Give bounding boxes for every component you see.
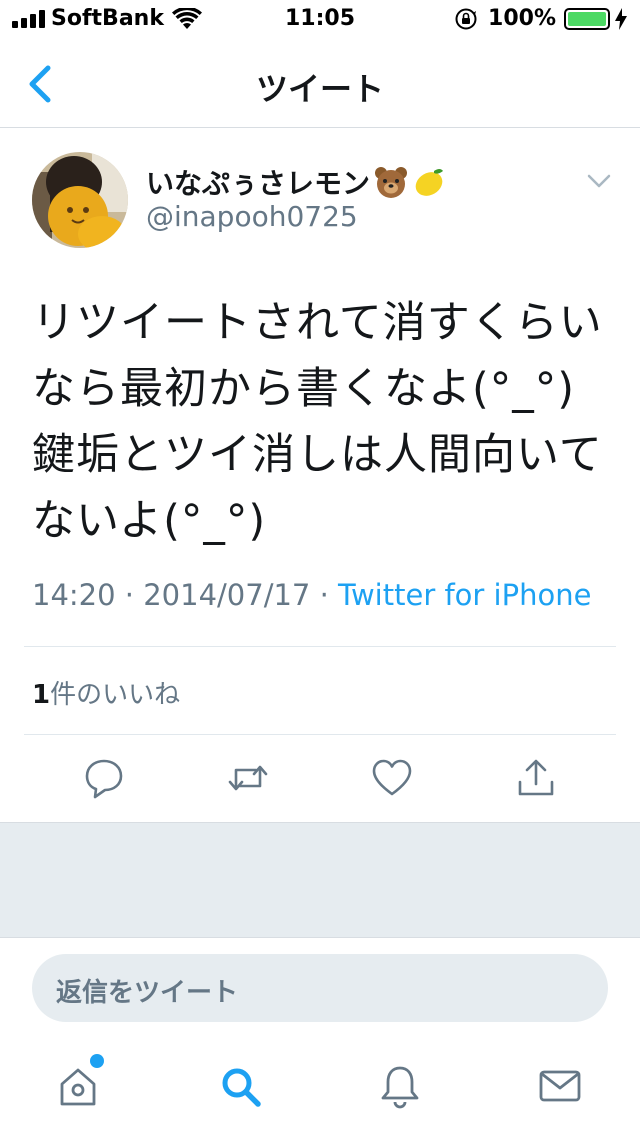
status-right: 100% (454, 6, 628, 31)
battery-level (568, 11, 606, 26)
tweet-meta: 14:20 · 2014/07/17 · Twitter for iPhone (32, 578, 591, 612)
home-new-content-dot (90, 1054, 104, 1068)
reply-icon[interactable] (82, 756, 126, 800)
tweet-text-line: ないよ(°_°) (32, 496, 267, 546)
user-handle[interactable]: @inapooh0725 (146, 200, 358, 233)
notifications-bell-icon[interactable] (376, 1062, 424, 1110)
battery-icon (564, 7, 610, 30)
bear-face-icon (375, 167, 408, 198)
search-icon[interactable] (216, 1062, 264, 1110)
display-name[interactable]: いなぷぅさレモン (146, 162, 370, 202)
tweet-text-line: 鍵垢とツイ消しは人間向いて (32, 430, 603, 480)
lemon-icon (415, 169, 444, 196)
navigation-bar: ツイート (0, 40, 640, 128)
page-title: ツイート (255, 70, 384, 108)
tweet-actions (0, 752, 640, 808)
tweet-time: 14:20 (32, 578, 116, 612)
chevron-down-icon[interactable] (586, 172, 612, 190)
share-icon[interactable] (514, 756, 558, 800)
tweet-date: 2014/07/17 (143, 578, 311, 612)
avatar[interactable] (32, 152, 128, 248)
messages-envelope-icon[interactable] (536, 1062, 584, 1110)
divider (24, 734, 616, 735)
tweet-text-line: リツイートされて消すくらい (32, 298, 603, 348)
status-bar: SoftBank 11:05 100% (0, 0, 640, 40)
tweet-text-line: なら最初から書くなよ(°_°) (32, 364, 576, 414)
home-icon[interactable] (54, 1062, 102, 1110)
charging-bolt-icon (615, 7, 627, 30)
likes-summary[interactable]: 1件のいいね (32, 674, 180, 711)
reply-placeholder: 返信をツイート (56, 978, 239, 1008)
meta-separator: · (319, 578, 329, 612)
battery-percent: 100% (488, 6, 556, 31)
rotation-lock-icon (455, 8, 477, 29)
avatar-image (32, 152, 128, 248)
divider (24, 646, 616, 647)
retweet-icon[interactable] (226, 756, 270, 800)
likes-label: 件のいいね (50, 680, 181, 710)
likes-count: 1 (32, 680, 51, 710)
tweet-text: リツイートされて消すくらい なら最初から書くなよ(°_°) 鍵垢とツイ消しは人間… (32, 290, 612, 554)
meta-separator: · (124, 578, 135, 612)
replies-area (0, 822, 640, 938)
display-name-row: いなぷぅさレモン (146, 162, 446, 202)
like-heart-icon[interactable] (370, 756, 414, 800)
tweet-source-link[interactable]: Twitter for iPhone (338, 578, 591, 612)
reply-input[interactable]: 返信をツイート (32, 954, 608, 1022)
